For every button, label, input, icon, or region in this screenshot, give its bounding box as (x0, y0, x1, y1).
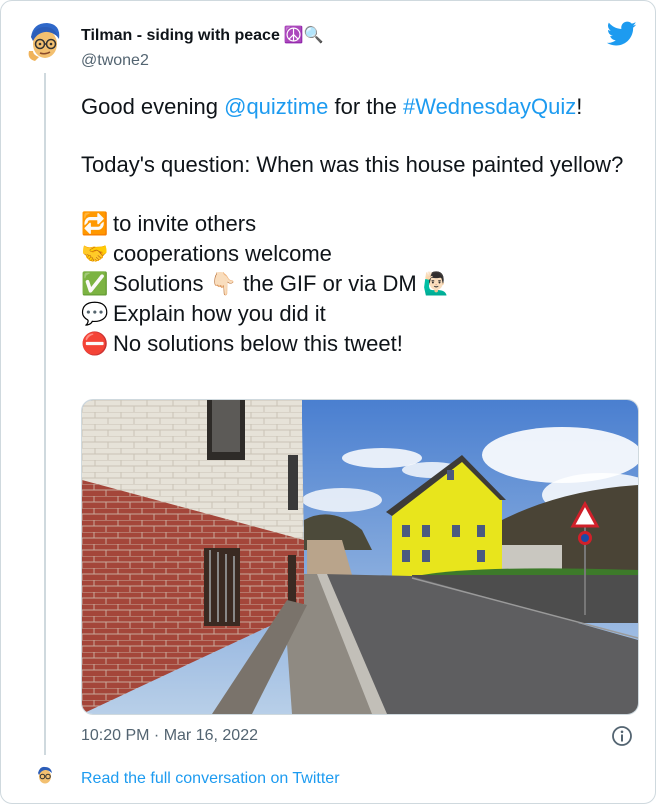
list-item: 🤝 cooperations welcome (81, 239, 641, 269)
list-item-text: cooperations welcome (113, 241, 332, 266)
list-item: ⛔ No solutions below this tweet! (81, 329, 641, 359)
check-icon: ✅ (81, 271, 109, 296)
author-handle[interactable]: @twone2 (81, 52, 149, 70)
intro-prefix: Good evening (81, 94, 225, 119)
author-name[interactable]: Tilman - siding with peace ☮️🔍 (81, 25, 324, 45)
reply-avatar[interactable] (33, 763, 57, 787)
intro-suffix: ! (576, 94, 583, 119)
list-item-text: No solutions below this tweet! (113, 331, 403, 356)
thread-line (44, 73, 46, 755)
intro-mid: for the (328, 94, 403, 119)
list-item-text: Explain how you did it (113, 301, 326, 326)
list-item-text: to invite others (113, 211, 257, 236)
list-item: 🔁 to invite others (81, 209, 641, 239)
list-item: ✅ Solutions 👇🏻 the GIF or via DM 🙋🏻‍♂️ (81, 269, 641, 299)
list-item-text: Solutions 👇🏻 the GIF or via DM 🙋🏻‍♂️ (113, 271, 451, 296)
mention-link[interactable]: @quiztime (224, 94, 328, 119)
repeat-icon: 🔁 (81, 211, 109, 236)
speech-bubble-icon: 💬 (81, 301, 109, 326)
read-full-conversation-link[interactable]: Read the full conversation on Twitter (81, 770, 340, 788)
hashtag-link[interactable]: #WednesdayQuiz (403, 94, 576, 119)
tweet-photo[interactable] (81, 399, 639, 715)
name-emoji-icon: ☮️🔍 (283, 27, 324, 44)
tweet-intro: Good evening @quiztime for the #Wednesda… (81, 93, 641, 121)
list-item: 💬 Explain how you did it (81, 299, 641, 329)
avatar[interactable] (21, 17, 69, 65)
author-name-text: Tilman - siding with peace (81, 27, 280, 44)
tweet-question: Today's question: When was this house pa… (81, 152, 624, 177)
info-icon[interactable] (611, 725, 633, 747)
handshake-icon: 🤝 (81, 241, 109, 266)
twitter-bird-icon[interactable] (607, 21, 637, 47)
tweet-card: Tilman - siding with peace ☮️🔍 @twone2 Go… (0, 0, 656, 804)
tweet-text: Good evening @quiztime for the #Wednesda… (81, 93, 641, 359)
timestamp[interactable]: 10:20 PM · Mar 16, 2022 (81, 727, 258, 745)
no-entry-icon: ⛔ (81, 331, 109, 356)
